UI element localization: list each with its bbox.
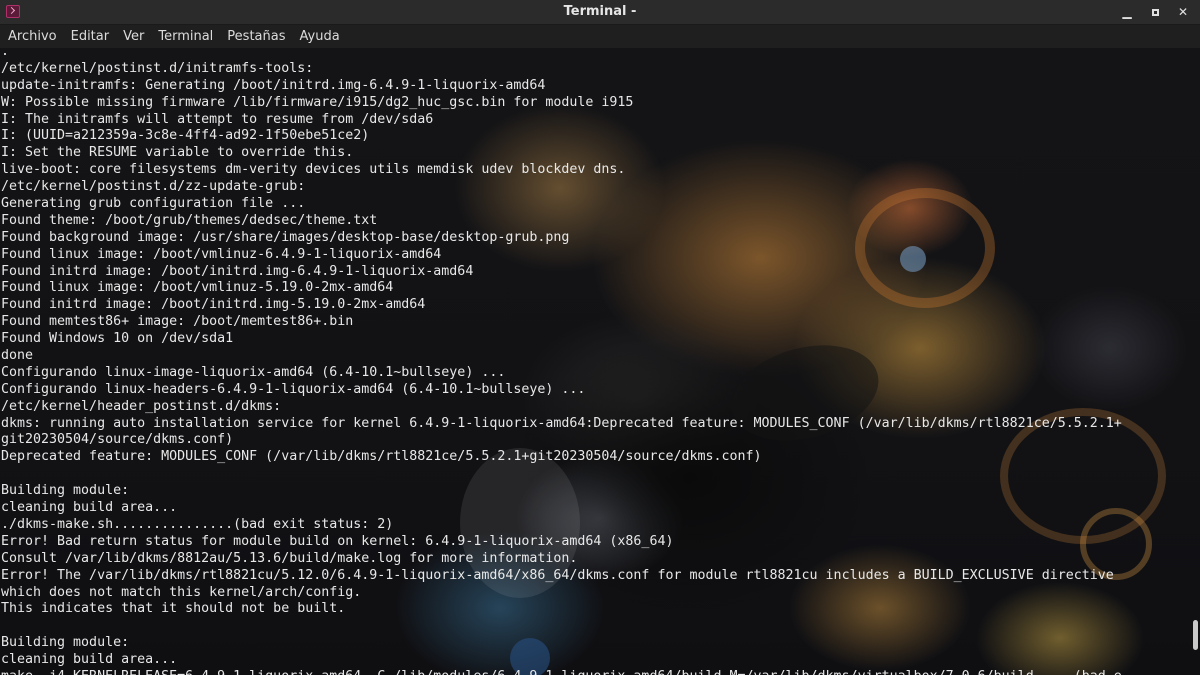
terminal-line: Found theme: /boot/grub/themes/dedsec/th… [1, 212, 378, 228]
menu-editar[interactable]: Editar [64, 25, 117, 48]
terminal-line: Error! The /var/lib/dkms/rtl8821cu/5.12.… [1, 567, 1114, 583]
terminal-line: Found initrd image: /boot/initrd.img-6.4… [1, 263, 474, 279]
minimize-button[interactable]: ▁ [1118, 3, 1136, 21]
terminal-line: cleaning build area... [1, 652, 178, 668]
terminal-text: ./etc/kernel/postinst.d/initramfs-tools:… [1, 48, 1122, 675]
terminal-line: Found linux image: /boot/vmlinuz-6.4.9-1… [1, 246, 442, 262]
terminal-line: /etc/kernel/postinst.d/initramfs-tools: [1, 60, 314, 76]
maximize-button[interactable] [1146, 3, 1164, 21]
terminal-line: Found Windows 10 on /dev/sda1 [1, 331, 234, 347]
terminal-output-area[interactable]: ./etc/kernel/postinst.d/initramfs-tools:… [0, 48, 1200, 675]
terminal-line: which does not match this kernel/arch/co… [1, 584, 362, 600]
terminal-line: Building module: [1, 483, 130, 499]
terminal-line: Generating grub configuration file ... [1, 196, 306, 212]
terminal-line: I: (UUID=a212359a-3c8e-4ff4-ad92-1f50ebe… [1, 128, 370, 144]
terminal-line: /etc/kernel/header_postinst.d/dkms: [1, 398, 282, 414]
terminal-line: done [1, 348, 34, 364]
window-titlebar[interactable]: Terminal - ▁ ✕ [0, 0, 1200, 25]
terminal-line: I: The initramfs will attempt to resume … [1, 111, 434, 127]
terminal-line: Configurando linux-headers-6.4.9-1-liquo… [1, 381, 586, 397]
menu-terminal[interactable]: Terminal [151, 25, 220, 48]
terminal-line: Found linux image: /boot/vmlinuz-5.19.0-… [1, 280, 394, 296]
menu-ver[interactable]: Ver [116, 25, 151, 48]
menu-bar: Archivo Editar Ver Terminal Pestañas Ayu… [0, 25, 1200, 48]
terminal-line: update-initramfs: Generating /boot/initr… [1, 77, 546, 93]
window-controls: ▁ ✕ [1118, 3, 1192, 21]
terminal-line: ./dkms-make.sh...............(bad exit s… [1, 516, 394, 532]
terminal-line: git20230504/source/dkms.conf) [1, 432, 234, 448]
terminal-line: Found background image: /usr/share/image… [1, 229, 570, 245]
terminal-line: . [1, 48, 10, 59]
close-button[interactable]: ✕ [1174, 3, 1192, 21]
terminal-line: W: Possible missing firmware /lib/firmwa… [1, 94, 634, 110]
terminal-line: This indicates that it should not be bui… [1, 601, 346, 617]
terminal-line: make -j4 KERNELRELEASE=6.4.9-1-liquorix-… [1, 669, 1122, 675]
scrollbar-thumb[interactable] [1193, 620, 1198, 650]
terminal-line: Building module: [1, 635, 130, 651]
terminal-line: cleaning build area... [1, 500, 178, 516]
terminal-line: Deprecated feature: MODULES_CONF (/var/l… [1, 449, 762, 465]
terminal-line: Found initrd image: /boot/initrd.img-5.1… [1, 297, 426, 313]
terminal-line: Configurando linux-image-liquorix-amd64 … [1, 364, 506, 380]
maximize-icon [1151, 9, 1159, 16]
menu-ayuda[interactable]: Ayuda [293, 25, 347, 48]
terminal-line: /etc/kernel/postinst.d/zz-update-grub: [1, 179, 306, 195]
terminal-line: Consult /var/lib/dkms/8812au/5.13.6/buil… [1, 550, 578, 566]
terminal-line: dkms: running auto installation service … [1, 415, 1122, 431]
terminal-scrollbar[interactable] [1190, 48, 1200, 675]
terminal-line: Error! Bad return status for module buil… [1, 533, 674, 549]
window-title: Terminal - [563, 4, 637, 19]
terminal-line: Found memtest86+ image: /boot/memtest86+… [1, 314, 354, 330]
menu-pestanas[interactable]: Pestañas [220, 25, 292, 48]
menu-archivo[interactable]: Archivo [0, 25, 64, 48]
terminal-line: I: Set the RESUME variable to override t… [1, 145, 354, 161]
terminal-line: live-boot: core filesystems dm-verity de… [1, 162, 626, 178]
